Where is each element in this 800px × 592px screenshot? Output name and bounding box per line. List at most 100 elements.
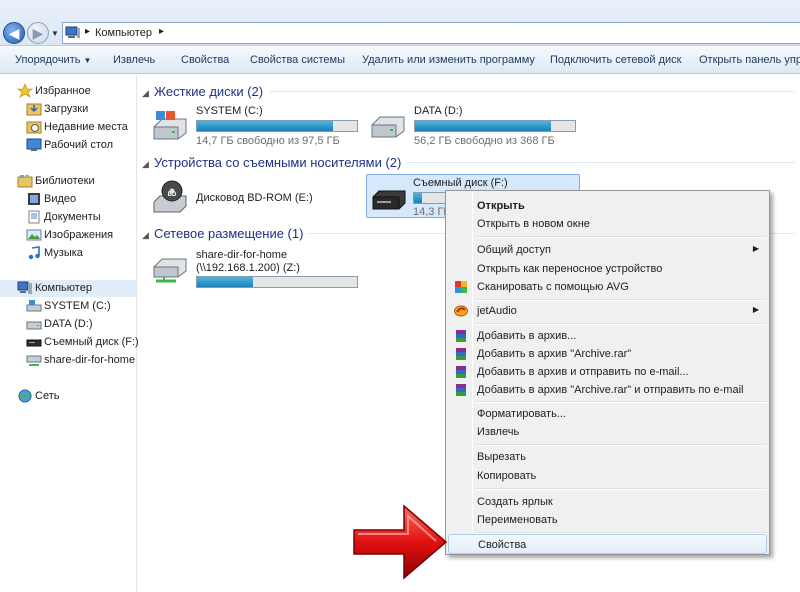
winrar-icon bbox=[456, 348, 466, 360]
menu-item-create-shortcut[interactable]: Создать ярлык bbox=[448, 493, 767, 511]
system-properties-button[interactable]: Свойства системы bbox=[250, 54, 345, 66]
menu-item-format[interactable]: Форматировать... bbox=[448, 405, 767, 423]
svg-text:BD: BD bbox=[168, 192, 177, 198]
open-control-panel-button[interactable]: Открыть панель упра bbox=[699, 54, 800, 66]
menu-separator bbox=[475, 488, 767, 490]
menu-item-avg-scan[interactable]: Сканировать с помощью AVG bbox=[448, 278, 767, 296]
eject-button[interactable]: Извлечь bbox=[113, 54, 155, 66]
red-pointer-arrow-icon bbox=[353, 504, 448, 580]
properties-button[interactable]: Свойства bbox=[181, 54, 229, 66]
command-bar: Упорядочить ▼ Извлечь Свойства Свойства с… bbox=[0, 47, 800, 74]
back-button[interactable]: ◀ bbox=[3, 22, 25, 44]
drive-usage-bar bbox=[196, 120, 358, 132]
nav-recent-label: Недавние места bbox=[44, 121, 128, 133]
menu-item-label: Открыть в новом окне bbox=[477, 218, 590, 230]
group-hard-drives[interactable]: Жесткие диски (2) bbox=[154, 84, 263, 99]
star-icon bbox=[17, 84, 33, 98]
menu-item-label: Общий доступ bbox=[477, 244, 551, 256]
breadcrumb-computer[interactable]: Компьютер bbox=[95, 27, 152, 39]
menu-item-label: Вырезать bbox=[477, 451, 526, 463]
address-field[interactable]: ▸ Компьютер ▸ bbox=[62, 22, 800, 44]
drive-share-z[interactable]: share-dir-for-home (\\192.168.1.200) (Z:… bbox=[150, 249, 360, 293]
system-drive-icon bbox=[26, 300, 42, 312]
group-network-locations[interactable]: Сетевое размещение (1) bbox=[154, 226, 303, 241]
nav-desktop[interactable]: Рабочий стол bbox=[0, 137, 136, 154]
menu-item-cut[interactable]: Вырезать bbox=[448, 448, 767, 466]
menu-item-label: Открыть как переносное устройство bbox=[477, 263, 663, 275]
nav-system-c[interactable]: SYSTEM (C:) bbox=[0, 298, 136, 315]
menu-item-sharing[interactable]: Общий доступ ▶ bbox=[448, 241, 767, 259]
collapse-arrow-icon[interactable]: ◢ bbox=[142, 230, 149, 241]
breadcrumb-arrow-icon[interactable]: ▸ bbox=[85, 26, 90, 37]
menu-item-rename[interactable]: Переименовать bbox=[448, 511, 767, 529]
network-drive-icon bbox=[26, 355, 42, 366]
winrar-icon bbox=[456, 330, 466, 342]
nav-network-label: Сеть bbox=[35, 390, 60, 402]
computer-icon bbox=[65, 26, 80, 38]
menu-item-add-archive-email[interactable]: Добавить в архив и отправить по e-mail..… bbox=[448, 363, 767, 381]
group-divider bbox=[270, 91, 795, 92]
menu-item-add-archive-rar[interactable]: Добавить в архив "Archive.rar" bbox=[448, 345, 767, 363]
collapse-arrow-icon[interactable]: ◢ bbox=[142, 159, 149, 170]
nav-computer[interactable]: Компьютер bbox=[0, 280, 136, 297]
uninstall-program-button[interactable]: Удалить или изменить программу bbox=[362, 54, 535, 66]
menu-item-add-archive-rar-email[interactable]: Добавить в архив "Archive.rar" и отправи… bbox=[448, 381, 767, 399]
menu-separator bbox=[475, 323, 767, 325]
group-divider bbox=[406, 162, 795, 163]
forward-button[interactable]: ▶ bbox=[27, 22, 49, 44]
menu-item-copy[interactable]: Копировать bbox=[448, 467, 767, 485]
drive-free-space: 14,7 ГБ свободно из 97,5 ГБ bbox=[196, 135, 340, 147]
nav-downloads[interactable]: Загрузки bbox=[0, 101, 136, 118]
menu-item-label: Сканировать с помощью AVG bbox=[477, 281, 629, 293]
drive-system-c[interactable]: SYSTEM (C:) 14,7 ГБ свободно из 97,5 ГБ bbox=[150, 105, 360, 149]
network-icon bbox=[18, 389, 32, 403]
nav-images[interactable]: Изображения bbox=[0, 227, 136, 244]
menu-item-add-archive[interactable]: Добавить в архив... bbox=[448, 327, 767, 345]
menu-separator bbox=[475, 299, 767, 301]
drive-name: DATA (D:) bbox=[414, 105, 463, 117]
menu-item-label: Добавить в архив... bbox=[477, 330, 577, 342]
drive-free-space: 56,2 ГБ свободно из 368 ГБ bbox=[414, 135, 555, 147]
video-icon bbox=[28, 193, 40, 205]
nav-data-d-label: DATA (D:) bbox=[44, 318, 93, 330]
nav-documents-label: Документы bbox=[44, 211, 101, 223]
organize-button[interactable]: Упорядочить ▼ bbox=[15, 54, 91, 66]
nav-share-label: share-dir-for-home bbox=[44, 354, 136, 366]
group-removable-devices[interactable]: Устройства со съемными носителями (2) bbox=[154, 155, 401, 170]
nav-network[interactable]: Сеть bbox=[0, 388, 136, 405]
menu-item-eject[interactable]: Извлечь bbox=[448, 423, 767, 441]
drive-data-d[interactable]: DATA (D:) 56,2 ГБ свободно из 368 ГБ bbox=[368, 105, 578, 149]
nav-share-dir[interactable]: share-dir-for-home bbox=[0, 352, 136, 369]
menu-item-open-portable[interactable]: Открыть как переносное устройство bbox=[448, 260, 767, 278]
nav-removable-f-label: Съемный диск (F:) bbox=[44, 336, 139, 348]
nav-music[interactable]: Музыка bbox=[0, 245, 136, 262]
nav-documents[interactable]: Документы bbox=[0, 209, 136, 226]
drive-usage-bar bbox=[414, 120, 576, 132]
music-icon bbox=[28, 246, 40, 260]
removable-drive-icon bbox=[26, 339, 42, 347]
drive-bd-rom-e[interactable]: BD Дисковод BD-ROM (E:) bbox=[150, 178, 360, 222]
recent-pages-dropdown[interactable]: ▼ bbox=[51, 29, 59, 38]
menu-item-jetaudio[interactable]: jetAudio ▶ bbox=[448, 302, 767, 320]
submenu-arrow-icon: ▶ bbox=[752, 305, 759, 314]
winrar-icon bbox=[456, 366, 466, 378]
organize-label: Упорядочить bbox=[15, 54, 81, 66]
nav-data-d[interactable]: DATA (D:) bbox=[0, 316, 136, 333]
menu-item-open-new-window[interactable]: Открыть в новом окне bbox=[448, 215, 767, 233]
nav-recent-places[interactable]: Недавние места bbox=[0, 119, 136, 136]
breadcrumb-arrow-icon[interactable]: ▸ bbox=[159, 26, 164, 37]
map-network-drive-button[interactable]: Подключить сетевой диск bbox=[550, 54, 681, 66]
nav-video[interactable]: Видео bbox=[0, 191, 136, 208]
bd-rom-icon: BD bbox=[153, 180, 187, 213]
nav-libraries[interactable]: Библиотеки bbox=[0, 173, 136, 190]
nav-favorites[interactable]: Избранное bbox=[0, 83, 136, 100]
menu-item-open[interactable]: Открыть bbox=[448, 197, 767, 215]
menu-item-label: Свойства bbox=[478, 539, 527, 551]
menu-item-properties[interactable]: Свойства bbox=[448, 534, 767, 554]
menu-separator bbox=[475, 236, 767, 238]
drive-usage-bar bbox=[196, 276, 358, 288]
collapse-arrow-icon[interactable]: ◢ bbox=[142, 88, 149, 99]
avg-icon bbox=[455, 281, 467, 293]
jetaudio-icon bbox=[454, 305, 468, 317]
nav-removable-f[interactable]: Съемный диск (F:) bbox=[0, 334, 139, 351]
